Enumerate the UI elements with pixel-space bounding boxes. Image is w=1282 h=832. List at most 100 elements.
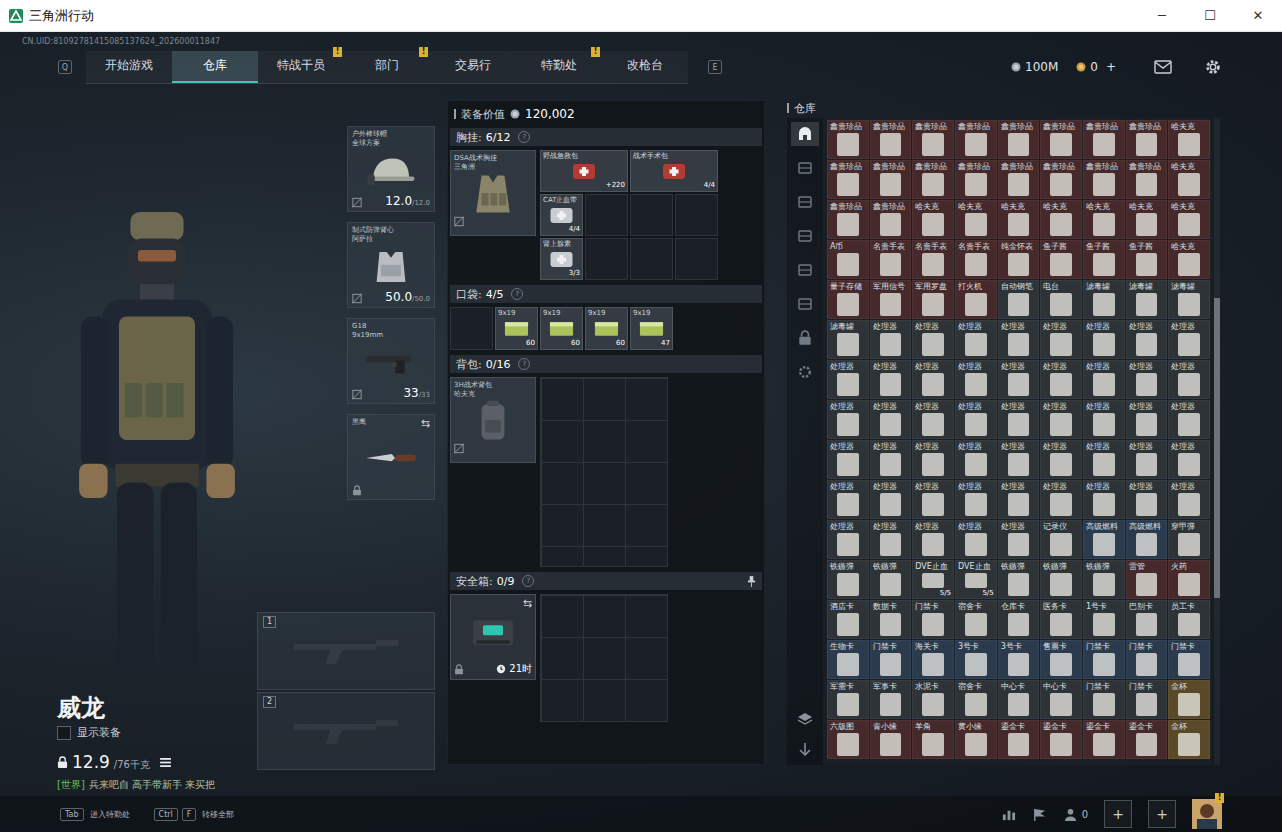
warehouse-item[interactable]: 名贵手表 <box>912 240 954 279</box>
nav-next-key[interactable]: E <box>708 60 722 74</box>
safe-grid[interactable] <box>540 594 668 722</box>
warehouse-item[interactable]: 打火机 <box>955 280 997 319</box>
warehouse-item[interactable]: 处理器 <box>1040 320 1082 359</box>
warehouse-item[interactable]: 鑫贵珍品 <box>998 120 1040 159</box>
warehouse-item[interactable]: 金杯 <box>1168 720 1210 759</box>
warehouse-item[interactable]: 鑫贵珍品 <box>1126 160 1168 199</box>
nav-prev-key[interactable]: Q <box>58 60 72 74</box>
empty-slot[interactable] <box>675 238 718 280</box>
warehouse-item[interactable]: 鑫贵珍品 <box>912 160 954 199</box>
help-button[interactable]: ? <box>518 131 530 143</box>
gear-slot[interactable]: 户外棒球帽 全球方案 12.0/12.0 <box>347 126 435 212</box>
warehouse-item[interactable]: DVE止血 5/5 <box>912 560 954 599</box>
warehouse-item[interactable]: 鎏金卡 <box>998 720 1040 759</box>
warehouse-item[interactable]: 处理器 <box>1126 400 1168 439</box>
backpack-grid[interactable] <box>540 377 668 567</box>
warehouse-item[interactable]: 处理器 <box>912 400 954 439</box>
warehouse-item[interactable]: A币 <box>827 240 869 279</box>
warehouse-item[interactable]: 哈夫克 <box>1168 240 1210 279</box>
warehouse-item[interactable]: 军需卡 <box>827 680 869 719</box>
warehouse-item[interactable]: 处理器 <box>998 360 1040 399</box>
warehouse-item[interactable]: 处理器 <box>1126 320 1168 359</box>
warehouse-item[interactable]: 医务卡 <box>1040 600 1082 639</box>
warehouse-item[interactable]: 铁鏃弹 <box>1040 560 1082 599</box>
world-chat[interactable]: [世界] 兵来吧自 高手带新手 来买把 <box>0 774 440 796</box>
warehouse-item[interactable]: 员工卡 <box>1168 600 1210 639</box>
warehouse-item[interactable]: 3号卡 <box>998 640 1040 679</box>
warehouse-item[interactable]: 处理器 <box>912 520 954 559</box>
gear-slot[interactable]: 黑鹰 ⇆ <box>347 414 435 500</box>
warehouse-item[interactable]: 处理器 <box>955 480 997 519</box>
empty-slot[interactable] <box>630 194 673 236</box>
warehouse-item[interactable]: 处理器 <box>955 440 997 479</box>
warehouse-item[interactable]: 处理器 <box>1040 360 1082 399</box>
warehouse-item[interactable]: 滤毒罐 <box>1083 280 1125 319</box>
empty-slot[interactable] <box>450 307 493 350</box>
nav-tab[interactable]: 改枪台 <box>602 51 688 83</box>
warehouse-item[interactable]: 哈夫克 <box>1168 200 1210 239</box>
warehouse-item[interactable]: 纯金怀表 <box>998 240 1040 279</box>
warehouse-item[interactable]: DVE止血 5/5 <box>955 560 997 599</box>
warehouse-item[interactable]: 门禁卡 <box>1168 640 1210 679</box>
window-control-button[interactable]: ☐ <box>1186 0 1234 31</box>
warehouse-item[interactable]: 鎏金卡 <box>1040 720 1082 759</box>
warehouse-item[interactable]: 数据卡 <box>870 600 912 639</box>
chest-item[interactable]: CAT止血带 4/4 <box>540 194 583 236</box>
warehouse-item[interactable]: 处理器 <box>827 480 869 519</box>
warehouse-item[interactable]: 电台 <box>1040 280 1082 319</box>
warehouse-item[interactable]: 哈夫克 <box>1083 200 1125 239</box>
stats-chart-icon[interactable] <box>1001 807 1016 822</box>
warehouse-item[interactable]: 哈夫克 <box>1126 200 1168 239</box>
warehouse-item[interactable]: 处理器 <box>870 320 912 359</box>
warehouse-item[interactable]: 鑫贵珍品 <box>955 160 997 199</box>
warehouse-item[interactable]: 滤毒罐 <box>1168 280 1210 319</box>
warehouse-item[interactable]: 处理器 <box>912 440 954 479</box>
warehouse-item[interactable]: 处理器 <box>1083 480 1125 519</box>
warehouse-item[interactable]: 鑫贵珍品 <box>870 120 912 159</box>
warehouse-item[interactable]: 鑫贵珍品 <box>1040 120 1082 159</box>
warehouse-item[interactable]: 处理器 <box>870 440 912 479</box>
ammo-item[interactable]: 9x19 60 <box>585 307 628 350</box>
warehouse-item[interactable]: 处理器 <box>1126 360 1168 399</box>
warehouse-item[interactable]: 鑫贵珍品 <box>827 200 869 239</box>
warehouse-item[interactable]: 处理器 <box>1126 440 1168 479</box>
warehouse-item[interactable]: 门禁卡 <box>1126 680 1168 719</box>
nav-tab[interactable]: 部门 ! <box>344 51 430 83</box>
warehouse-item[interactable]: 中心卡 <box>1040 680 1082 719</box>
warehouse-scrollbar[interactable] <box>1214 118 1220 765</box>
warehouse-item[interactable]: 海关卡 <box>912 640 954 679</box>
backpack-item[interactable]: 3H战术背包 哈夫克 <box>450 377 536 463</box>
chest-item[interactable]: 野战急救包 +220 <box>540 150 628 192</box>
checkbox-box[interactable] <box>57 726 71 740</box>
warehouse-tab[interactable] <box>791 258 819 282</box>
warehouse-item[interactable]: 哈夫克 <box>955 200 997 239</box>
warehouse-item[interactable]: 鑫贵珍品 <box>870 160 912 199</box>
nav-tab[interactable]: 交易行 <box>430 51 516 83</box>
gear-slot[interactable]: G18 9x19mm 33/33 <box>347 318 435 404</box>
warehouse-tab[interactable] <box>791 326 819 350</box>
weapon-slot[interactable]: 1 <box>257 612 435 690</box>
pin-icon[interactable] <box>747 576 756 587</box>
warehouse-item[interactable]: 处理器 <box>1040 480 1082 519</box>
warehouse-item[interactable]: 哈夫克 <box>912 200 954 239</box>
warehouse-item[interactable]: 处理器 <box>870 400 912 439</box>
ammo-item[interactable]: 9x19 60 <box>495 307 538 350</box>
warehouse-item[interactable]: 处理器 <box>1083 440 1125 479</box>
warehouse-item[interactable]: 售票卡 <box>1040 640 1082 679</box>
warehouse-item[interactable]: 哈夫克 <box>998 200 1040 239</box>
warehouse-item[interactable]: 高级燃料 <box>1126 520 1168 559</box>
warehouse-item[interactable]: 鑫贵珍品 <box>827 120 869 159</box>
warehouse-item[interactable]: 高级燃料 <box>1083 520 1125 559</box>
warehouse-item[interactable]: 军用信号 <box>870 280 912 319</box>
warehouse-item[interactable]: 军用罗盘 <box>912 280 954 319</box>
chest-rig-item[interactable]: DSA战术胸挂 三角洲 <box>450 150 536 236</box>
swap-button[interactable]: ⇆ <box>523 598 532 610</box>
warehouse-item[interactable]: 处理器 <box>998 440 1040 479</box>
weapon-slot[interactable]: 2 <box>257 692 435 770</box>
warehouse-item[interactable]: 处理器 <box>955 320 997 359</box>
warehouse-tab[interactable] <box>791 292 819 316</box>
warehouse-item[interactable]: 军事卡 <box>870 680 912 719</box>
warehouse-item[interactable]: 铁鏃弹 <box>1083 560 1125 599</box>
warehouse-item[interactable]: 巴别卡 <box>1126 600 1168 639</box>
warehouse-item[interactable]: 鑫贵珍品 <box>1083 160 1125 199</box>
